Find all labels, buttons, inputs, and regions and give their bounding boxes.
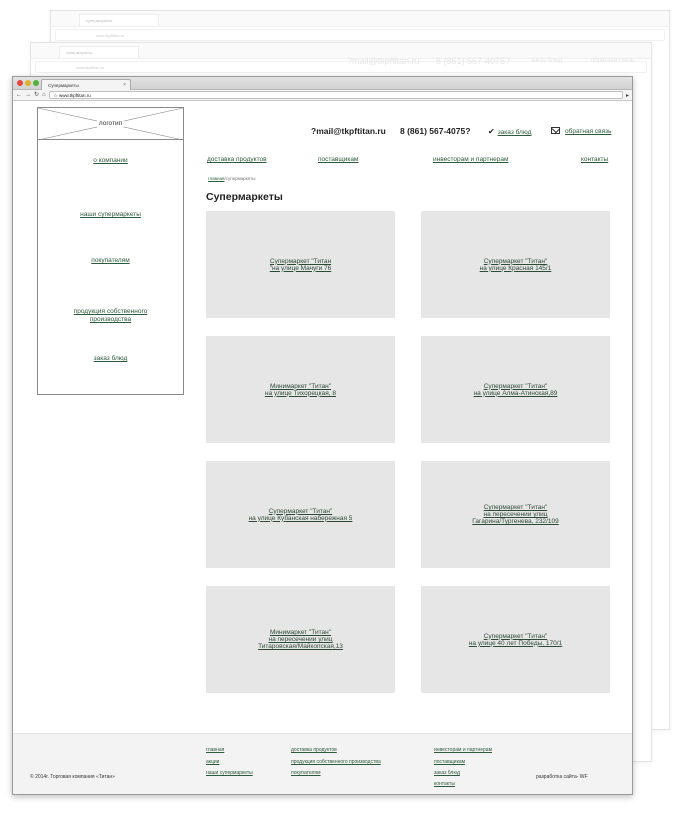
footer-link[interactable]: продукция собственного производства <box>291 759 381 765</box>
address-text: www.tkpftitan.ru <box>58 93 91 98</box>
background-feedback: обратная связь <box>591 58 634 64</box>
browser-tab[interactable]: Супермаркеты × <box>41 79 131 90</box>
checkmark-icon: ✔ <box>488 127 495 136</box>
browser-window: Супермаркеты × ← → ↻ ⌂ ☆ www.tkpftitan.r… <box>12 76 633 795</box>
copyright: © 2014г. Торговая компания «Титан» <box>30 774 115 780</box>
close-tab-icon[interactable]: × <box>123 82 126 88</box>
nav-item-suppliers[interactable]: поставщикам <box>318 156 358 163</box>
sidebar-item-own-products[interactable]: продукция собственного производства <box>38 308 183 324</box>
background-tabbar: супермаркеты <box>51 11 669 27</box>
feedback-link[interactable]: обратная связь <box>551 127 611 135</box>
window-controls <box>17 80 39 86</box>
logo-label: логотип <box>96 120 125 127</box>
nav-item-contacts[interactable]: контакты <box>581 156 608 163</box>
footer-link[interactable]: покупателям <box>291 770 321 776</box>
back-arrow-icon[interactable]: ← <box>16 92 22 98</box>
web-page: логотип о компании наши супермаркеты пок… <box>13 101 632 794</box>
page-title: Супермаркеты <box>206 191 283 203</box>
envelope-icon <box>551 127 560 134</box>
footer-link[interactable]: наши супермаркеты <box>206 770 253 776</box>
store-card[interactable]: Минимаркет "Титан" на улице Тихорецкая, … <box>206 336 395 443</box>
store-card-label: Супермаркет "Титан" на пересечении улиц … <box>472 504 559 525</box>
breadcrumb-home[interactable]: главная <box>208 176 225 181</box>
developer-credit: разработка сайта- WF <box>536 774 588 780</box>
background-order: заказ блюд <box>531 58 563 64</box>
store-card[interactable]: Супермаркет "Титан" на улице Кубанская н… <box>206 461 395 568</box>
background-tab-2[interactable]: супермаркеты <box>59 46 139 58</box>
sidebar-item-about[interactable]: о компании <box>38 157 183 165</box>
breadcrumb-current: супермаркеты <box>225 176 256 181</box>
footer-link[interactable]: доставка продуктов <box>291 747 337 753</box>
background-tabbar-2: супермаркеты <box>31 43 651 59</box>
store-card[interactable]: Минимаркет "Титан" на пересечении улиц Т… <box>206 586 395 693</box>
store-card-label: Супермаркет "Титан "на улице Мачуги 76 <box>269 257 332 272</box>
browser-tab-title: Супермаркеты <box>48 83 79 88</box>
logo-placeholder[interactable]: логотип <box>38 108 183 140</box>
nav-item-delivery[interactable]: доставка продуктов <box>207 156 267 163</box>
sidebar: логотип о компании наши супермаркеты пок… <box>37 107 184 395</box>
store-card-label: Минимаркет "Титан" на пересечении улиц Т… <box>258 629 343 650</box>
store-card[interactable]: Супермаркет "Титан" на улице 40 лет Побе… <box>421 586 610 693</box>
footer-link[interactable]: контакты <box>434 781 455 787</box>
feedback-label: обратная связь <box>565 128 612 135</box>
home-icon[interactable]: ⌂ <box>42 92 46 98</box>
reload-icon[interactable]: ↻ <box>34 92 39 98</box>
address-bar[interactable]: ☆ www.tkpftitan.ru <box>48 91 623 99</box>
footer-link[interactable]: заказ блюд <box>434 770 460 776</box>
breadcrumb: главная/супермаркеты <box>208 176 255 181</box>
header-phone[interactable]: 8 (861) 567-4075? <box>400 126 470 136</box>
footer-link[interactable]: акции <box>206 759 219 765</box>
footer-link[interactable]: поставщикам <box>434 759 465 765</box>
sidebar-item-supermarkets[interactable]: наши супермаркеты <box>38 211 183 219</box>
store-card-label: Супермаркет "Титан" на улице Кубанская н… <box>248 507 353 522</box>
background-address-bar[interactable]: www.tkpftitan.ru <box>55 29 665 41</box>
sidebar-item-order-meals[interactable]: заказ блюд <box>38 355 183 363</box>
order-meals-label: заказ блюд <box>497 129 532 136</box>
store-card-label: Минимаркет "Титан" на улице Тихорецкая, … <box>264 382 337 397</box>
tab-bar: Супермаркеты × <box>13 77 632 90</box>
browser-toolbar: ← → ↻ ⌂ ☆ www.tkpftitan.ru ▸ <box>13 90 632 101</box>
store-card-label: Супермаркет "Титан" на улице Красная 145… <box>479 257 552 272</box>
forward-arrow-icon[interactable]: → <box>25 92 31 98</box>
screenshot-stage: супермаркеты www.tkpftitan.ru супермарке… <box>0 0 687 815</box>
background-tab[interactable]: супермаркеты <box>79 14 159 26</box>
minimize-window-button[interactable] <box>25 80 31 86</box>
background-phone: 8 (861) 567-4075? <box>436 56 511 66</box>
header-email[interactable]: ?mail@tkpftitan.ru <box>311 126 386 136</box>
store-card[interactable]: Супермаркет "Титан "на улице Мачуги 76 <box>206 211 395 318</box>
store-card-label: Супермаркет "Титан" на улице 40 лет Побе… <box>468 632 563 647</box>
store-card[interactable]: Супермаркет "Титан" на улице Алма-Атинск… <box>421 336 610 443</box>
background-mail: ?mail@tkpftitan.ru <box>347 56 420 66</box>
footer: главная акции наши супермаркеты доставка… <box>13 733 632 794</box>
store-card[interactable]: Супермаркет "Титан" на пересечении улиц … <box>421 461 610 568</box>
footer-link[interactable]: главная <box>206 747 224 753</box>
sidebar-item-customers[interactable]: покупателям <box>38 257 183 265</box>
maximize-window-button[interactable] <box>33 80 39 86</box>
close-window-button[interactable] <box>17 80 23 86</box>
store-card-label: Супермаркет "Титан" на улице Алма-Атинск… <box>473 382 558 397</box>
menu-arrow-icon[interactable]: ▸ <box>626 92 629 99</box>
store-card[interactable]: Супермаркет "Титан" на улице Красная 145… <box>421 211 610 318</box>
footer-link[interactable]: инвесторам и партнерам <box>434 747 492 753</box>
order-meals-link[interactable]: ✔ заказ блюд <box>488 127 531 136</box>
nav-item-investors[interactable]: инвесторам и партнерам <box>433 156 508 163</box>
